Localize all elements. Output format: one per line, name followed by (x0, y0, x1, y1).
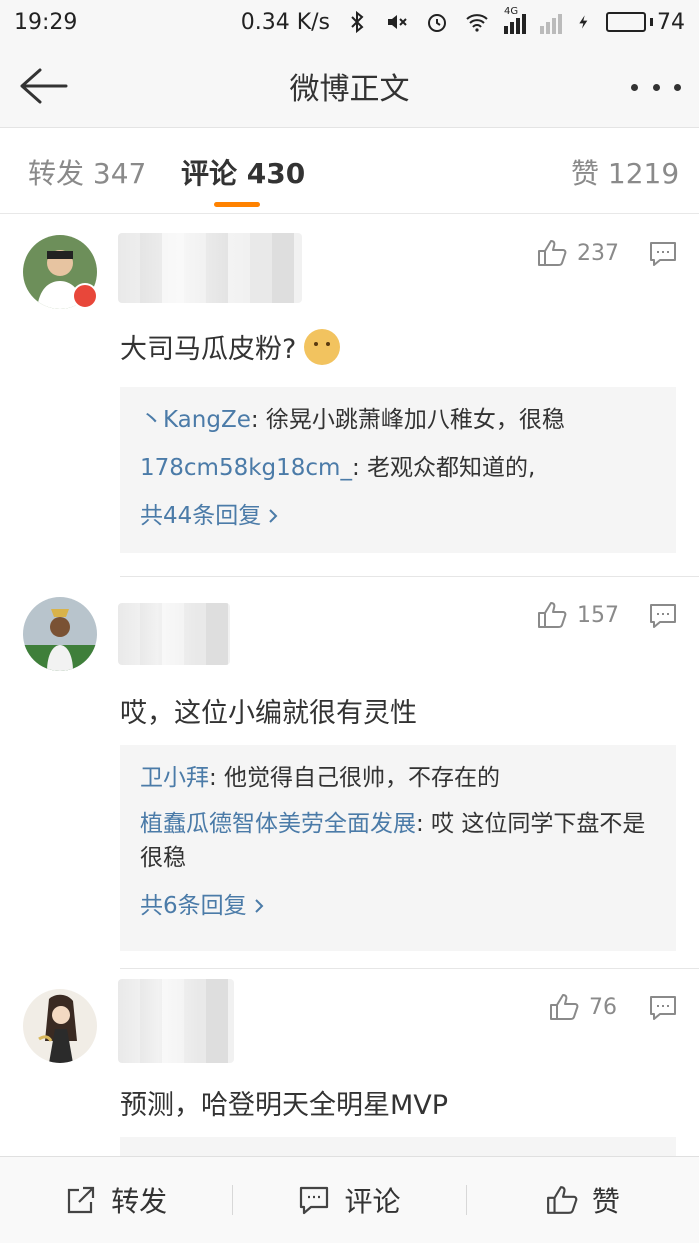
back-arrow-icon[interactable] (16, 64, 70, 108)
forward-label: 转发 (111, 1185, 168, 1218)
chevron-right-icon (269, 509, 278, 523)
tab-forward[interactable]: 转发 347 (28, 152, 146, 192)
reply-icon[interactable] (649, 995, 677, 1021)
tab-bar: 转发 347 评论 430 赞 1219 (0, 128, 699, 214)
thumbs-up-icon (538, 602, 567, 628)
thumbs-up-icon (538, 240, 567, 266)
reply-preview-box[interactable]: 卫小拜: 他觉得自己很帅，不存在的 植蠢瓜德智体美劳全面发展: 哎 这位同学下盘… (120, 745, 676, 951)
reply-icon[interactable] (649, 603, 677, 629)
battery-level: 74 (657, 9, 685, 35)
reply-author[interactable]: 卫小拜 (140, 765, 209, 791)
like-button[interactable]: 76 (549, 993, 617, 1021)
reply-text: : 徐晃小跳萧峰加八稚女，很稳 (250, 407, 565, 433)
chevron-right-icon (254, 899, 264, 913)
avatar[interactable] (23, 597, 97, 671)
charging-icon (579, 15, 588, 29)
bottom-toolbar: 转发 评论 赞 (0, 1156, 699, 1243)
reply-author[interactable]: 178cm58kg18cm_ (140, 455, 352, 481)
reply-author[interactable]: 植蠢瓜德智体美劳全面发展 (140, 811, 416, 837)
network-speed: 0.34 K/s (240, 9, 330, 35)
more-options-icon[interactable] (631, 72, 681, 102)
like-count: 157 (577, 602, 619, 628)
reply-line: 卫小拜: 他觉得自己很帅，不存在的 (140, 761, 656, 795)
verified-badge-icon (72, 283, 98, 309)
battery-icon: 74 (606, 10, 685, 35)
doge-emoji-icon (304, 328, 341, 365)
wifi-icon (466, 14, 488, 32)
comment-label: 评论 (344, 1185, 401, 1218)
comment-text: 大司马瓜皮粉? (120, 327, 341, 366)
username-blurred[interactable] (118, 233, 302, 303)
tab-comments[interactable]: 评论 430 (181, 152, 305, 192)
like-count: 237 (577, 240, 619, 266)
page-title: 微博正文 (289, 71, 410, 107)
like-label: 赞 (591, 1185, 620, 1218)
reply-line: 丶KangZe: 徐晃小跳萧峰加八稚女，很稳 (140, 403, 656, 437)
username-blurred[interactable] (118, 603, 230, 665)
like-button[interactable]: 157 (537, 601, 619, 629)
username-blurred[interactable] (118, 979, 234, 1063)
cellular-signal-icon: 4G (504, 6, 526, 34)
active-tab-indicator (214, 202, 260, 207)
status-time: 19:29 (14, 9, 78, 35)
view-all-replies-link[interactable]: 共6条回复 (140, 889, 656, 923)
comment-text: 预测，哈登明天全明星MVP (120, 1090, 449, 1121)
like-count: 76 (589, 994, 617, 1020)
network-type: 4G (504, 6, 519, 17)
comment-text: 哎，这位小编就很有灵性 (120, 698, 417, 729)
status-bar: 19:29 0.34 K/s 4G 74 (0, 0, 699, 44)
nav-bar: 微博正文 (0, 44, 699, 128)
mute-icon (388, 15, 407, 29)
tab-likes[interactable]: 赞 1219 (571, 152, 679, 192)
view-all-replies-link[interactable]: 共44条回复 (140, 499, 656, 533)
comment-button[interactable]: 评论 (233, 1157, 465, 1243)
divider (120, 968, 699, 969)
forward-button[interactable]: 转发 (0, 1157, 232, 1243)
reply-line: 178cm58kg18cm_: 老观众都知道的, (140, 451, 656, 485)
avatar[interactable] (23, 989, 97, 1063)
thumbs-up-icon (550, 994, 579, 1020)
thumbs-up-icon (546, 1186, 578, 1214)
divider (120, 576, 699, 577)
share-icon (68, 1186, 95, 1214)
alarm-icon (428, 14, 446, 32)
reply-text: : 老观众都知道的, (351, 455, 536, 481)
cellular-signal-2-icon (540, 10, 562, 34)
like-post-button[interactable]: 赞 (467, 1157, 699, 1243)
bluetooth-icon (351, 10, 364, 34)
reply-icon[interactable] (649, 241, 677, 267)
reply-author[interactable]: 丶KangZe (140, 407, 251, 433)
like-button[interactable]: 237 (537, 239, 619, 267)
reply-text: : 他觉得自己很帅，不存在的 (209, 765, 501, 791)
reply-preview-box[interactable]: 丶KangZe: 徐晃小跳萧峰加八稚女，很稳 178cm58kg18cm_: 老… (120, 387, 676, 553)
comment-icon (300, 1186, 329, 1215)
status-icons: 0.34 K/s 4G 74 (240, 6, 685, 35)
reply-line: 植蠢瓜德智体美劳全面发展: 哎 这位同学下盘不是很稳 (140, 807, 656, 875)
